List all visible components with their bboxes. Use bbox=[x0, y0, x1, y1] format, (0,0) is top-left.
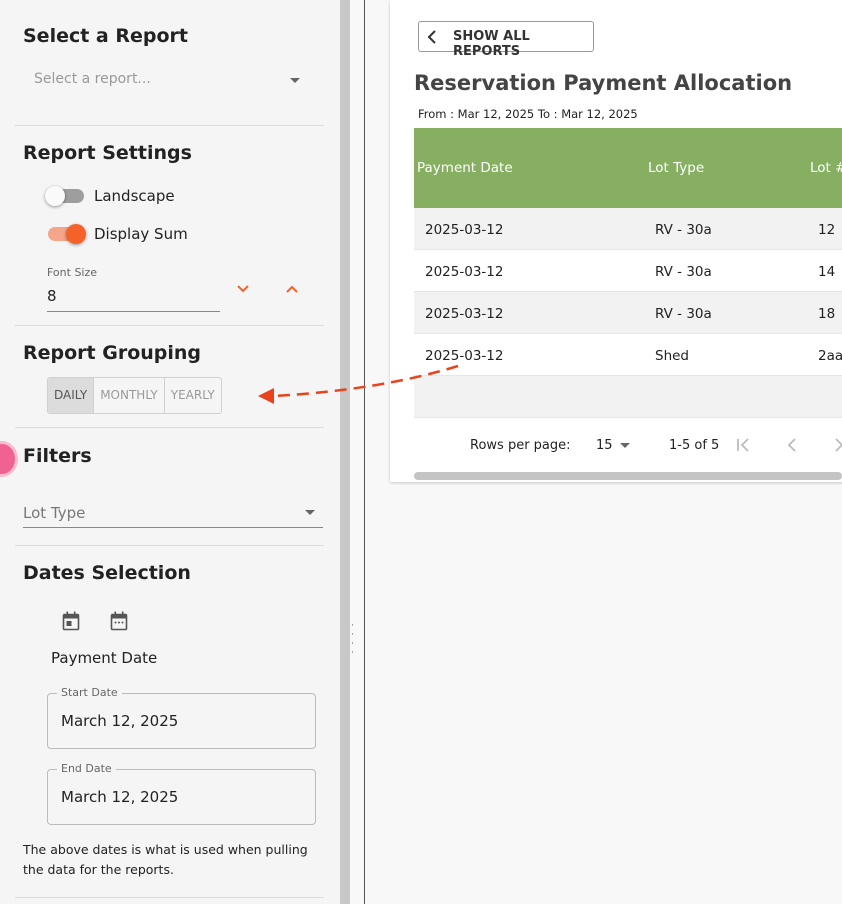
end-date-value[interactable]: March 12, 2025 bbox=[61, 788, 178, 806]
start-date-field[interactable]: Start Date March 12, 2025 bbox=[47, 686, 316, 749]
grouping-monthly-button[interactable]: MONTHLY bbox=[94, 378, 165, 413]
dates-selection-heading: Dates Selection bbox=[23, 562, 191, 584]
column-header-lot-number[interactable]: Lot # bbox=[810, 160, 842, 176]
grouping-daily-button[interactable]: DAILY bbox=[48, 378, 95, 413]
end-date-label: End Date bbox=[57, 762, 116, 775]
table-sum-row bbox=[414, 376, 842, 418]
annotation-arrow-icon bbox=[258, 364, 459, 404]
report-settings-heading: Report Settings bbox=[23, 142, 192, 164]
cell-payment-date: 2025-03-12 bbox=[425, 306, 504, 322]
font-size-input[interactable]: 8 bbox=[47, 287, 57, 305]
cell-lot-number: 18 bbox=[818, 306, 836, 322]
report-select-caret-icon[interactable] bbox=[290, 78, 300, 83]
report-date-range: From : Mar 12, 2025 To : Mar 12, 2025 bbox=[418, 107, 638, 121]
cell-lot-number: 2aa bbox=[818, 348, 842, 364]
panel-divider-line bbox=[364, 0, 365, 904]
left-sidebar: Select a Report Select a report... Repor… bbox=[0, 0, 340, 904]
table-row[interactable]: 2025-03-12 RV - 30a 12 bbox=[414, 208, 842, 250]
cell-lot-type: RV - 30a bbox=[655, 306, 712, 322]
rows-per-page-label: Rows per page: bbox=[470, 438, 571, 453]
divider bbox=[15, 545, 324, 546]
report-title: Reservation Payment Allocation bbox=[414, 71, 793, 95]
font-size-underline bbox=[47, 311, 220, 312]
record-indicator[interactable] bbox=[0, 441, 18, 477]
rows-per-page-caret-icon[interactable] bbox=[620, 443, 630, 448]
table-row[interactable]: 2025-03-12 RV - 30a 14 bbox=[414, 250, 842, 292]
table-row[interactable]: 2025-03-12 RV - 30a 18 bbox=[414, 292, 842, 334]
divider bbox=[15, 897, 324, 898]
column-header-payment-date[interactable]: Payment Date bbox=[417, 160, 513, 176]
horizontal-scrollbar[interactable] bbox=[414, 472, 842, 480]
start-date-value[interactable]: March 12, 2025 bbox=[61, 712, 178, 730]
show-all-reports-label: SHOW ALL REPORTS bbox=[453, 29, 530, 59]
payment-date-label: Payment Date bbox=[51, 649, 158, 667]
divider bbox=[15, 125, 324, 126]
chevron-down-icon[interactable] bbox=[236, 284, 250, 294]
show-all-reports-button[interactable]: SHOW ALL REPORTS bbox=[418, 21, 594, 59]
previous-page-icon[interactable] bbox=[786, 438, 798, 452]
grouping-yearly-button[interactable]: YEARLY bbox=[165, 378, 221, 413]
display-sum-label: Display Sum bbox=[94, 225, 188, 243]
start-date-label: Start Date bbox=[57, 686, 122, 699]
cell-lot-number: 14 bbox=[818, 264, 836, 280]
divider bbox=[15, 325, 324, 326]
select-report-heading: Select a Report bbox=[23, 25, 188, 47]
lot-type-underline bbox=[23, 527, 323, 528]
cell-lot-type: RV - 30a bbox=[655, 222, 712, 238]
cell-lot-number: 12 bbox=[818, 222, 836, 238]
cell-payment-date: 2025-03-12 bbox=[425, 264, 504, 280]
table-pagination: Rows per page: 15 1-5 of 5 bbox=[414, 418, 842, 472]
landscape-label: Landscape bbox=[94, 187, 175, 205]
next-page-icon[interactable] bbox=[834, 438, 842, 452]
report-select[interactable]: Select a report... bbox=[34, 71, 151, 87]
drag-handle-icon[interactable]: · · · · bbox=[351, 622, 355, 658]
filters-heading: Filters bbox=[23, 445, 92, 467]
calendar-icon[interactable] bbox=[62, 611, 80, 631]
grouping-segmented-control: DAILY MONTHLY YEARLY bbox=[47, 377, 222, 414]
landscape-toggle[interactable] bbox=[45, 186, 84, 206]
table-header: Payment Date Lot Type Lot # bbox=[414, 128, 842, 208]
divider bbox=[15, 427, 324, 428]
chevron-up-icon[interactable] bbox=[285, 284, 299, 294]
lot-type-select[interactable]: Lot Type bbox=[23, 504, 85, 522]
panel-resize-handle[interactable] bbox=[340, 0, 350, 904]
cell-lot-type: Shed bbox=[655, 348, 690, 364]
lot-type-caret-icon[interactable] bbox=[305, 510, 315, 515]
table-row[interactable]: 2025-03-12 Shed 2aa bbox=[414, 334, 842, 376]
chevron-left-icon bbox=[427, 30, 436, 44]
display-sum-toggle[interactable] bbox=[48, 224, 86, 244]
rows-per-page-select[interactable]: 15 bbox=[596, 438, 613, 453]
dates-note: The above dates is what is used when pul… bbox=[23, 842, 308, 877]
cell-payment-date: 2025-03-12 bbox=[425, 222, 504, 238]
font-size-label: Font Size bbox=[47, 266, 98, 279]
pagination-range: 1-5 of 5 bbox=[669, 438, 720, 453]
calendar-range-icon[interactable] bbox=[110, 611, 128, 631]
first-page-icon[interactable] bbox=[736, 438, 752, 452]
column-header-lot-type[interactable]: Lot Type bbox=[648, 160, 704, 176]
report-grouping-heading: Report Grouping bbox=[23, 342, 202, 364]
end-date-field[interactable]: End Date March 12, 2025 bbox=[47, 762, 316, 825]
cell-lot-type: RV - 30a bbox=[655, 264, 712, 280]
